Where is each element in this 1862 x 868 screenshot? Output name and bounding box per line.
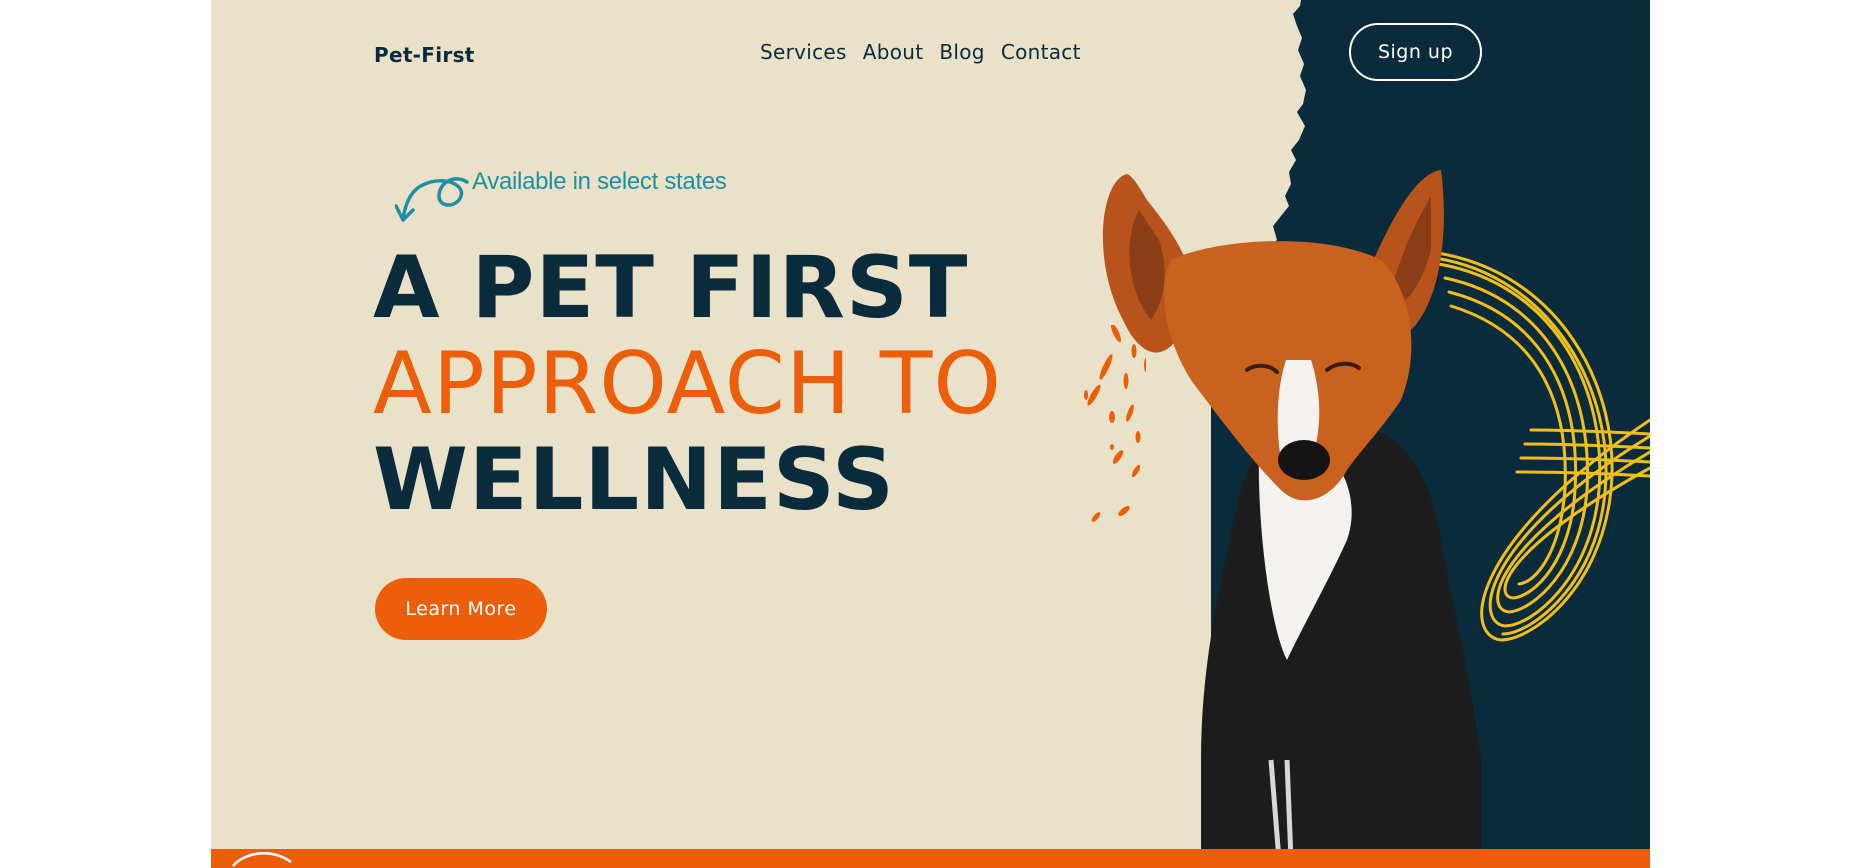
learn-more-button[interactable]: Learn More bbox=[375, 578, 547, 640]
nav-about-link[interactable]: About bbox=[863, 40, 924, 64]
hero-headline: A PET FIRST APPROACH TO WELLNESS bbox=[373, 240, 1002, 528]
main-nav: Services About Blog Contact bbox=[760, 40, 1081, 64]
headline-line-2: APPROACH TO bbox=[373, 334, 1003, 434]
nav-services-link[interactable]: Services bbox=[760, 40, 847, 64]
signup-button[interactable]: Sign up bbox=[1349, 23, 1482, 81]
headline-line-1: A PET FIRST bbox=[373, 238, 969, 338]
availability-tagline: Available in select states bbox=[472, 168, 727, 195]
nav-blog-link[interactable]: Blog bbox=[939, 40, 984, 64]
curly-arrow-icon bbox=[395, 177, 469, 222]
landing-page: Pet-First Services About Blog Contact Si… bbox=[211, 0, 1650, 868]
bottom-orange-band bbox=[211, 849, 1650, 868]
nav-contact-link[interactable]: Contact bbox=[1001, 40, 1081, 64]
logo[interactable]: Pet-First bbox=[374, 43, 475, 67]
headline-line-3: WELLNESS bbox=[373, 430, 895, 530]
white-swirl-icon bbox=[232, 852, 292, 867]
dog-in-hoodie-photo bbox=[1102, 170, 1481, 850]
